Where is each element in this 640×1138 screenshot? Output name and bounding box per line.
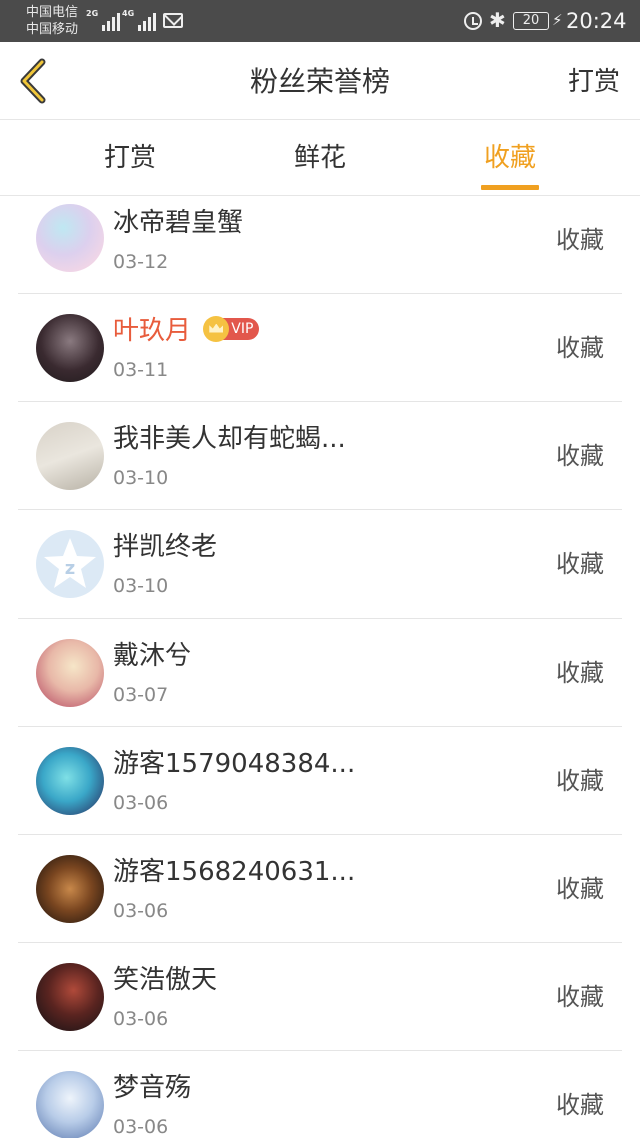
user-name: 游客1568240631... (113, 856, 356, 887)
action-label: 收藏 (556, 442, 604, 471)
avatar: z (36, 530, 104, 599)
avatar (36, 314, 104, 382)
battery-icon: 20 (513, 12, 549, 30)
action-label: 收藏 (556, 658, 604, 687)
list-item[interactable]: 叶玖月 VIP 03-11 收藏 (18, 294, 622, 403)
bluetooth-icon: ✱ (489, 8, 506, 32)
tab-favorites[interactable]: 收藏 (460, 141, 560, 175)
signal-4g-icon: 4G (122, 9, 157, 31)
avatar (36, 422, 104, 491)
list-item[interactable]: 冰帝碧皇蟹 03-12 收藏 (18, 196, 622, 294)
battery-level: 20 (522, 13, 540, 28)
date: 03-06 (113, 791, 169, 814)
avatar (36, 638, 104, 707)
user-name: 我非美人却有蛇蝎... (113, 424, 346, 455)
list-item[interactable]: 梦音殇 03-06 收藏 (18, 1051, 622, 1138)
date: 03-06 (113, 1008, 169, 1031)
svg-text:z: z (65, 558, 75, 579)
status-bar: 中国电信 中国移动 2G 4G ✱ 20 ⚡ 20:24 (0, 0, 640, 42)
avatar (36, 963, 104, 1032)
carrier-labels: 中国电信 中国移动 (26, 4, 78, 38)
clock: 20:24 (566, 9, 627, 33)
action-label: 收藏 (556, 766, 604, 795)
user-name: 叶玖月 VIP (113, 314, 260, 348)
date: 03-06 (113, 899, 169, 922)
page-title: 粉丝荣誉榜 (249, 65, 390, 98)
date: 03-10 (113, 575, 169, 598)
tab-reward[interactable]: 打赏 (80, 141, 180, 175)
date: 03-12 (113, 251, 169, 273)
action-label: 收藏 (556, 1091, 604, 1120)
list-item[interactable]: 游客1568240631... 03-06 收藏 (18, 835, 622, 944)
charging-icon: ⚡ (552, 11, 563, 29)
user-name: 冰帝碧皇蟹 (113, 208, 244, 238)
alarm-icon (464, 12, 482, 30)
reward-button[interactable]: 打赏 (568, 64, 620, 100)
tab-bar: 打赏 鲜花 收藏 (0, 121, 640, 196)
carrier-1: 中国电信 (26, 5, 79, 20)
action-label: 收藏 (556, 334, 604, 362)
avatar (36, 746, 104, 815)
avatar (36, 854, 104, 923)
active-tab-indicator (481, 185, 539, 190)
date: 03-06 (113, 1116, 169, 1138)
date: 03-10 (113, 467, 169, 490)
action-label: 收藏 (556, 983, 604, 1012)
vip-badge: VIP (203, 315, 260, 342)
list-item[interactable]: z 拌凯终老 03-10 收藏 (18, 510, 622, 619)
default-avatar-icon: z (44, 538, 96, 589)
tab-flowers[interactable]: 鲜花 (270, 141, 370, 175)
action-label: 收藏 (556, 550, 604, 579)
action-label: 收藏 (556, 874, 604, 903)
fan-list: 冰帝碧皇蟹 03-12 收藏 叶玖月 VIP 03-11 收藏 我非美人却有蛇蝎… (18, 196, 622, 1138)
app-header: 粉丝荣誉榜 打赏 (0, 42, 640, 120)
avatar (36, 204, 104, 272)
avatar (36, 1071, 104, 1138)
user-name: 拌凯终老 (113, 532, 218, 563)
list-item[interactable]: 戴沐兮 03-07 收藏 (18, 619, 622, 727)
user-name: 梦音殇 (113, 1073, 192, 1104)
list-item[interactable]: 游客1579048384... 03-06 收藏 (18, 727, 622, 835)
user-name: 笑浩傲天 (113, 965, 218, 996)
date: 03-11 (113, 359, 169, 381)
crown-icon (203, 315, 230, 342)
list-item[interactable]: 我非美人却有蛇蝎... 03-10 收藏 (18, 402, 622, 511)
signal-2g-icon: 2G (86, 9, 121, 31)
carrier-2: 中国移动 (26, 22, 79, 37)
user-name: 游客1579048384... (113, 748, 356, 779)
mail-icon (163, 13, 183, 28)
user-name: 戴沐兮 (113, 640, 192, 671)
date: 03-07 (113, 683, 169, 706)
list-item[interactable]: 笑浩傲天 03-06 收藏 (18, 943, 622, 1052)
action-label: 收藏 (556, 226, 604, 254)
user-name-text: 叶玖月 (113, 316, 192, 346)
